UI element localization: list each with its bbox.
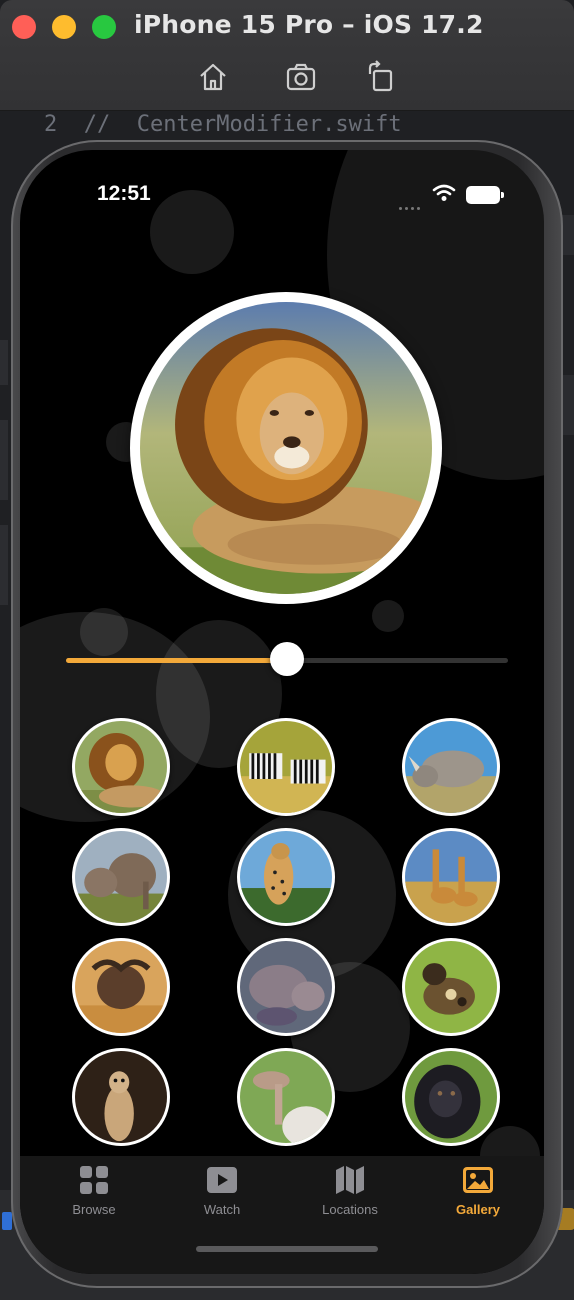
gallery-item-hippo[interactable] [237, 938, 335, 1036]
gallery-item-meerkat[interactable] [72, 1048, 170, 1146]
battery-icon [466, 186, 504, 204]
play-icon [207, 1167, 237, 1193]
home-icon [200, 63, 226, 91]
tab-watch[interactable]: Watch [167, 1164, 277, 1217]
grid-icon [80, 1166, 108, 1194]
lion-image [140, 302, 432, 594]
maximize-window-button[interactable] [92, 15, 116, 39]
rotate-button[interactable] [364, 60, 398, 94]
rhino-thumbnail [405, 721, 497, 813]
screenshot-button[interactable] [284, 60, 318, 94]
editor-tab-marker [2, 1212, 12, 1230]
status-time: 12:51 [97, 182, 151, 205]
gallery-item-ostrich[interactable] [237, 1048, 335, 1146]
map-icon [336, 1166, 364, 1194]
code-text: // CenterModifier.swift [83, 112, 402, 137]
size-slider-fill [66, 658, 287, 663]
gutter-mark [0, 420, 8, 500]
background-bubble [80, 608, 128, 656]
gallery-item-elephant[interactable] [72, 828, 170, 926]
meerkat-thumbnail [75, 1051, 167, 1143]
lion-thumbnail [75, 721, 167, 813]
gallery-item-rhino[interactable] [402, 718, 500, 816]
tab-gallery[interactable]: Gallery [423, 1164, 533, 1217]
home-indicator[interactable] [196, 1246, 378, 1252]
zebra-thumbnail [240, 721, 332, 813]
tab-locations[interactable]: Locations [295, 1164, 405, 1217]
gutter-mark [0, 525, 8, 605]
gallery-item-buffalo[interactable] [72, 938, 170, 1036]
line-number: 2 [44, 112, 58, 137]
tab-browse-label: Browse [72, 1202, 116, 1217]
tab-watch-label: Watch [203, 1202, 241, 1217]
screenshot-icon [286, 63, 316, 91]
tab-browse[interactable]: Browse [39, 1164, 149, 1217]
hippo-thumbnail [240, 941, 332, 1033]
background-bubble [372, 600, 404, 632]
code-line: 2 // CenterModifier.swift [44, 112, 402, 137]
cheetah-thumbnail [240, 831, 332, 923]
buffalo-thumbnail [75, 941, 167, 1033]
size-slider-thumb[interactable] [270, 642, 304, 676]
background-bubble [150, 190, 234, 274]
tab-gallery-label: Gallery [455, 1202, 501, 1217]
wifi-icon [432, 184, 456, 201]
gallery-item-wild-dog[interactable] [402, 938, 500, 1036]
main-animal-photo[interactable] [130, 292, 442, 604]
cellular-dots-icon [399, 197, 423, 215]
gallery-item-giraffe[interactable] [402, 828, 500, 926]
gallery-item-cheetah[interactable] [237, 828, 335, 926]
gorilla-thumbnail [405, 1051, 497, 1143]
home-button[interactable] [196, 60, 230, 94]
photo-icon [463, 1167, 493, 1193]
rotate-icon [368, 60, 393, 92]
gallery-item-lion[interactable] [72, 718, 170, 816]
gallery-item-gorilla[interactable] [402, 1048, 500, 1146]
gallery-item-zebra[interactable] [237, 718, 335, 816]
elephant-thumbnail [75, 831, 167, 923]
ostrich-thumbnail [240, 1051, 332, 1143]
giraffe-thumbnail [405, 831, 497, 923]
gutter-mark [0, 340, 8, 385]
simulator-titlebar: iPhone 15 Pro – iOS 17.2 [0, 0, 574, 111]
wild-dog-thumbnail [405, 941, 497, 1033]
tab-locations-label: Locations [322, 1202, 378, 1217]
iphone-screen: 12:51 Browse Watch Locations Gallery [20, 150, 544, 1274]
close-window-button[interactable] [12, 15, 36, 39]
minimize-window-button[interactable] [52, 15, 76, 39]
simulator-title: iPhone 15 Pro – iOS 17.2 [134, 10, 484, 39]
